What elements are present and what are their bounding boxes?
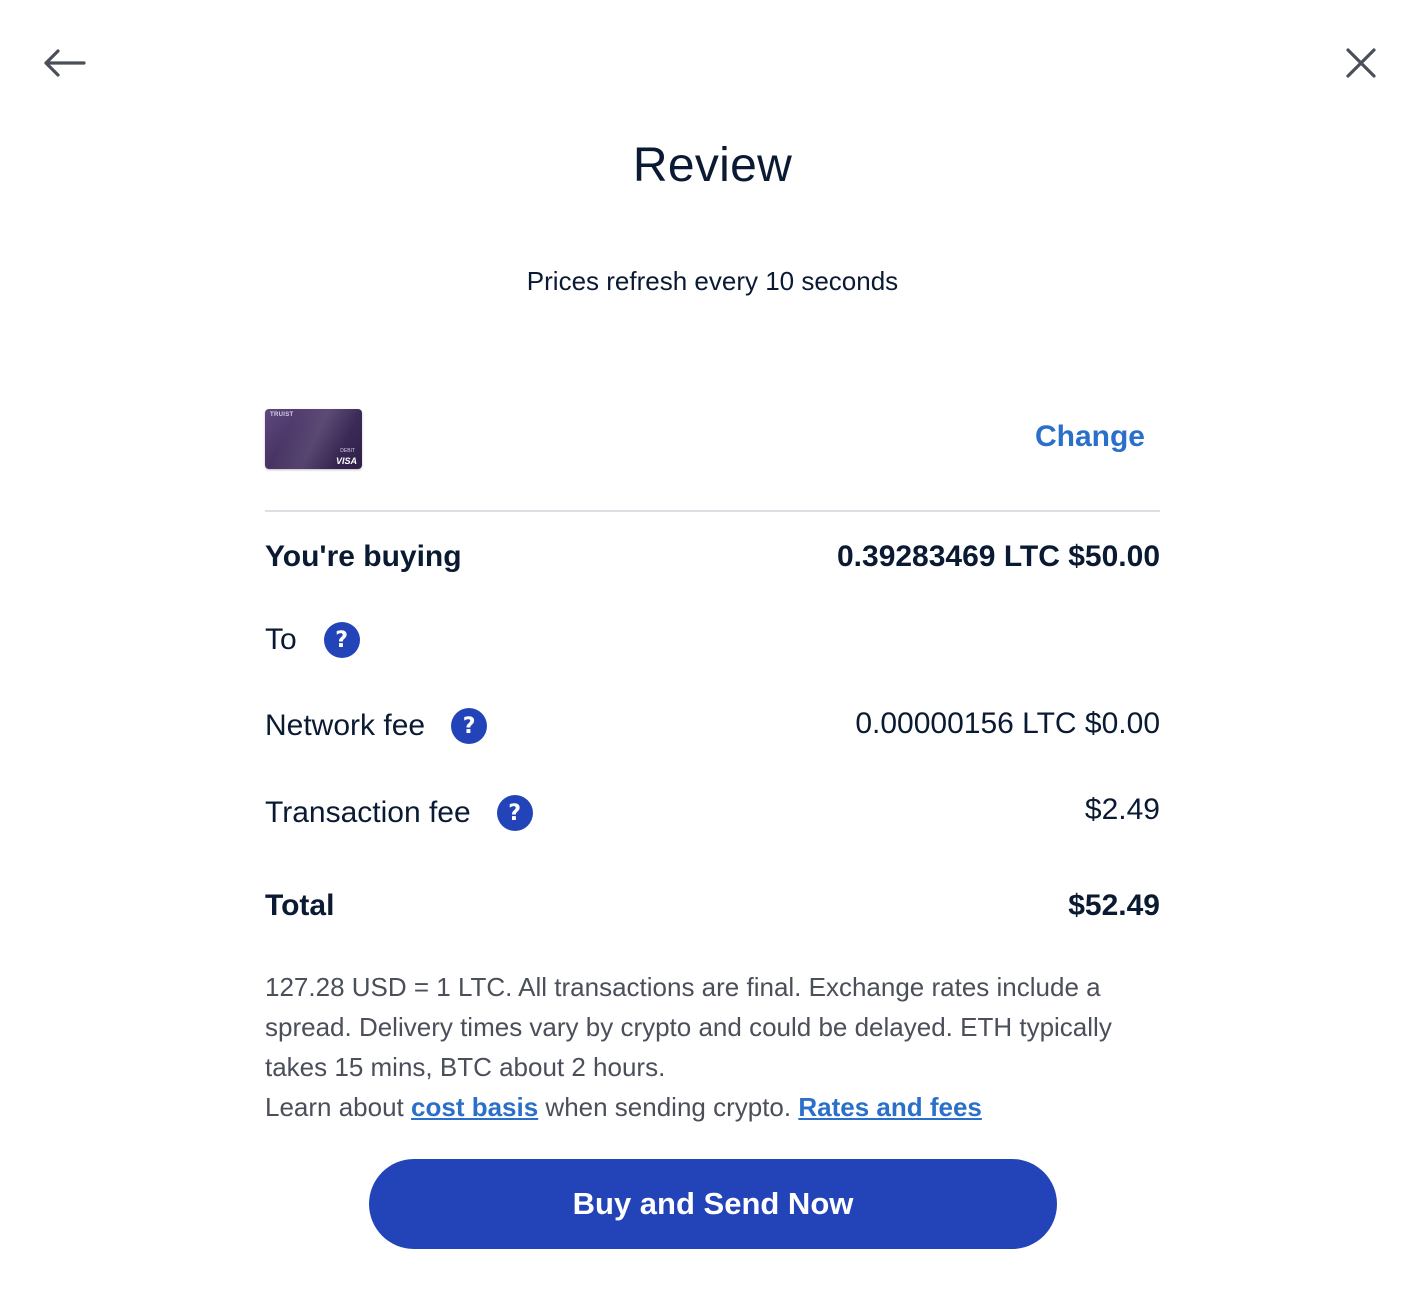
rates-and-fees-link[interactable]: Rates and fees [798, 1092, 982, 1122]
change-payment-link[interactable]: Change [980, 420, 1145, 454]
to-label: To ? [265, 622, 360, 658]
close-icon [1346, 48, 1376, 78]
disclaimer-text: 127.28 USD = 1 LTC. All transactions are… [265, 972, 1112, 1082]
debit-card-icon: TRUIST DEBIT VISA [265, 409, 362, 469]
card-brand-text: TRUIST [270, 412, 294, 418]
transaction-fee-label-text: Transaction fee [265, 796, 471, 829]
question-icon[interactable]: ? [451, 708, 488, 744]
transaction-fee-label: Transaction fee ? [265, 795, 533, 831]
to-label-text: To [265, 623, 297, 656]
buying-label: You're buying [265, 540, 462, 574]
learn-suffix: when sending crypto. [538, 1092, 799, 1122]
back-button[interactable] [40, 39, 88, 87]
question-icon[interactable]: ? [496, 795, 533, 831]
total-label: Total [265, 889, 334, 923]
arrow-left-icon [44, 49, 86, 77]
network-fee-label-text: Network fee [265, 709, 426, 742]
buy-and-send-button[interactable]: Buy and Send Now [369, 1159, 1057, 1249]
network-fee-value: 0.00000156 LTC $0.00 [855, 707, 1160, 740]
divider [265, 510, 1160, 512]
question-icon[interactable]: ? [323, 622, 360, 658]
card-network-text: VISA [335, 456, 357, 466]
learn-prefix: Learn about [265, 1092, 412, 1122]
total-label-text: Total [265, 889, 335, 922]
total-value: $52.49 [1068, 889, 1160, 922]
buying-value: 0.39283469 LTC $50.00 [836, 540, 1160, 573]
price-refresh-note: Prices refresh every 10 seconds [526, 266, 899, 296]
transaction-fee-value: $2.49 [1084, 793, 1160, 826]
buying-label-text: You're buying [265, 540, 462, 573]
page-title: Review [632, 139, 793, 192]
network-fee-label: Network fee ? [265, 708, 488, 744]
learn-more-line: Learn about cost basis when sending cryp… [265, 1087, 1165, 1127]
cost-basis-link[interactable]: cost basis [411, 1092, 538, 1122]
close-button[interactable] [1337, 39, 1385, 87]
disclaimer: 127.28 USD = 1 LTC. All transactions are… [265, 967, 1165, 1127]
card-type-text: DEBIT [340, 448, 355, 454]
